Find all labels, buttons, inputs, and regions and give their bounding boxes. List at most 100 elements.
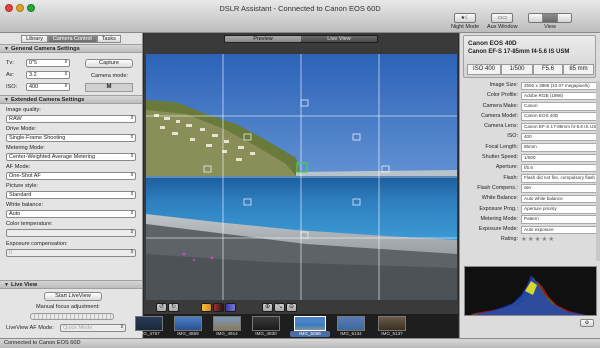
stepper-icon: ⇕	[129, 134, 134, 140]
liveview-af-mode-select[interactable]: Quick Mode ⇕	[60, 324, 126, 332]
stepper-icon: ⇕	[63, 71, 68, 77]
drive-mode-select[interactable]: Single-Frame Shooting ⇕	[6, 134, 136, 142]
night-mode-label: Night Mode	[451, 24, 480, 30]
manual-focus-label: Manual focus adjustment:	[36, 304, 100, 310]
metadata-row: Camera Make: Canon	[463, 102, 598, 112]
capture-button[interactable]: Capture	[85, 59, 133, 68]
liveview-af-mode-label: LiveView AF Mode:	[6, 325, 54, 331]
av-select[interactable]: 3.2 ⇕	[26, 71, 70, 79]
zoom-fit-icon[interactable]: ⤡	[274, 303, 285, 312]
camera-summary: Canon EOS 40D Canon EF-S 17-85mm f4-5.6 …	[463, 35, 596, 78]
rotate-tools: ↺ ↻	[156, 303, 179, 312]
af-mode-select[interactable]: One-Shot AF ⇕	[6, 172, 136, 180]
camera-name: Canon EOS 40D	[468, 40, 517, 47]
tv-label: Tv:	[6, 60, 14, 66]
stepper-icon: ⇕	[63, 59, 68, 65]
metadata-row: Exposure Prog.: Aperture priority	[463, 205, 598, 215]
metering-mode-label: Metering Mode:	[6, 145, 45, 151]
rotate-right-icon[interactable]: ↻	[168, 303, 179, 312]
live-view-header[interactable]: ▼ Live View	[0, 280, 142, 289]
stepper-icon: ⇕	[129, 172, 134, 178]
preview-tabs: Preview Live View	[224, 35, 378, 43]
tab-tasks[interactable]: Tasks	[96, 35, 121, 43]
general-settings-header[interactable]: ▼ General Camera Settings	[0, 44, 142, 53]
thumbnail-label: IMG_4859	[177, 331, 199, 336]
av-label: Av:	[6, 72, 14, 78]
stepper-icon: ⇕	[129, 153, 134, 159]
exposure-compensation-select[interactable]: 0 ⇕	[6, 249, 136, 257]
tv-select[interactable]: 0"5 ⇕	[26, 59, 70, 67]
night-mode-button[interactable]: ★☾ Night Mode	[451, 13, 479, 30]
color-temperature-select[interactable]: ⇕	[6, 229, 136, 237]
picture-style-label: Picture style:	[6, 183, 39, 189]
thumbnail-image	[294, 316, 326, 331]
filmstrip: IMG_4767 IMG_4859 IMG_4914 IMG_4930 IMG_…	[135, 314, 458, 338]
thumbnail-image	[337, 316, 365, 331]
aux-window-button[interactable]: ▭▭ Aux Window	[487, 13, 518, 30]
disclosure-triangle-icon: ▼	[4, 282, 9, 288]
tab-library[interactable]: Library	[21, 35, 48, 43]
thumbnail-image	[135, 316, 163, 331]
thumbnail[interactable]: IMG_4859	[171, 316, 205, 338]
tab-live-view[interactable]: Live View	[301, 36, 377, 42]
thumbnail-selected[interactable]: IMG_5089	[290, 316, 330, 338]
preview-image[interactable]	[146, 54, 457, 300]
night-mode-icon: ★☾	[454, 13, 477, 23]
tab-preview[interactable]: Preview	[225, 36, 301, 42]
zoom-in-icon[interactable]: ⊕	[262, 303, 273, 312]
tab-camera-control[interactable]: Camera Control	[47, 35, 97, 43]
view-layout-right-icon[interactable]	[557, 14, 571, 22]
view-segmented-control[interactable]	[528, 13, 572, 23]
metadata-list: Image Size: 2592 x 3888 (10.07 megapixels…	[463, 81, 598, 246]
stepper-icon: ⇕	[119, 324, 124, 330]
stepper-icon: ⇕	[129, 249, 134, 255]
shadow-warning-icon[interactable]	[213, 303, 224, 312]
thumbnail[interactable]: IMG_4767	[132, 316, 166, 338]
metadata-row: Camera Lens: Canon EF-S 17-85mm f4-5.6 IS…	[484, 122, 598, 132]
manual-focus-slider[interactable]	[30, 313, 114, 320]
metadata-row: Metering Mode: Pattern	[463, 215, 598, 225]
view-layout-left-icon[interactable]	[529, 14, 544, 22]
lens-name: Canon EF-S 17-85mm f4-5.6 IS USM	[468, 49, 570, 55]
thumbnail-label: IMG_5137	[381, 331, 403, 336]
color-channel-icon[interactable]	[225, 303, 236, 312]
thumbnail[interactable]: IMG_4914	[210, 316, 244, 338]
extended-settings-header[interactable]: ▼ Extended Camera Settings	[0, 95, 142, 104]
stepper-icon: ⇕	[129, 229, 134, 235]
disclosure-triangle-icon: ▼	[4, 46, 9, 52]
highlight-warning-icon[interactable]	[201, 303, 212, 312]
metadata-row: ISO: 400	[463, 132, 598, 142]
iso-select[interactable]: 400 ⇕	[26, 83, 70, 91]
status-bar: Connected to Canon EOS 60D	[0, 338, 600, 348]
camera-mode-label: Camera mode:	[91, 73, 128, 79]
view-control[interactable]: View	[527, 13, 573, 30]
metadata-row: Exposure Mode: Auto exposure	[463, 225, 598, 235]
aperture-readout: F5.6	[533, 64, 563, 75]
start-liveview-button[interactable]: Start LiveView	[44, 292, 102, 301]
metering-mode-select[interactable]: Center-Weighted Average Metering ⇕	[6, 153, 136, 161]
image-quality-select[interactable]: RAW ⇕	[6, 115, 136, 123]
info-panel: Canon EOS 40D Canon EF-S 17-85mm f4-5.6 …	[459, 33, 600, 338]
left-panel: Library Camera Control Tasks ▼ General Ca…	[0, 33, 143, 338]
exposure-compensation-label: Exposure compensation:	[6, 241, 68, 247]
image-quality-label: Image quality:	[6, 107, 41, 113]
thumbnail-label: IMG_5134	[340, 331, 362, 336]
view-layout-center-icon[interactable]	[543, 14, 558, 22]
picture-style-select[interactable]: Standard ⇕	[6, 191, 136, 199]
stepper-icon: ⇕	[63, 83, 68, 89]
thumbnail[interactable]: IMG_5137	[375, 316, 409, 338]
zoom-out-icon[interactable]: ⊖	[286, 303, 297, 312]
histogram-options-button[interactable]: ⚙	[580, 319, 594, 327]
exposure-summary: ISO 400 1/500 F5.6 85 mm	[467, 64, 594, 75]
info-scrollbar[interactable]	[596, 81, 600, 261]
histogram	[464, 266, 597, 316]
aux-window-label: Aux Window	[487, 24, 518, 30]
white-balance-select[interactable]: Auto ⇕	[6, 210, 136, 218]
thumbnail[interactable]: IMG_4930	[249, 316, 283, 338]
thumbnail-label: IMG_4767	[138, 331, 160, 336]
rotate-left-icon[interactable]: ↺	[156, 303, 167, 312]
rating-stars[interactable]: ★★★★★	[521, 235, 555, 243]
camera-mode-value: M	[85, 83, 133, 92]
metadata-row: White Balance: Auto white balance	[463, 194, 598, 204]
thumbnail[interactable]: IMG_5134	[334, 316, 368, 338]
